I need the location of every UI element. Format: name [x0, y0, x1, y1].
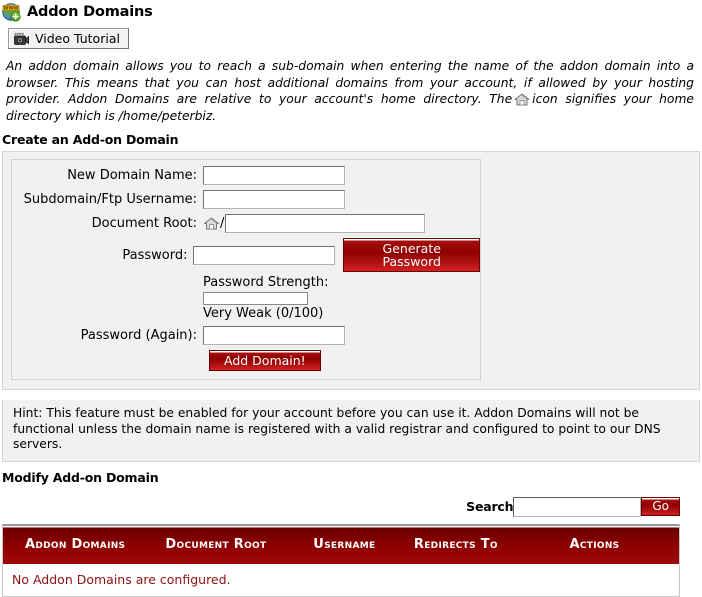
column-header-username[interactable]: Username [286, 525, 402, 564]
table-row-empty: No Addon Domains are configured. [3, 563, 679, 596]
modify-section-title: Modify Add-on Domain [2, 469, 159, 485]
new-domain-input[interactable] [203, 166, 345, 186]
add-domain-button[interactable]: Add Domain! [209, 350, 321, 372]
search-row: Search Go [0, 489, 702, 517]
password-again-label: Password (Again): [80, 328, 197, 344]
table-header-row: Addon Domains Document Root Username Red… [3, 525, 679, 564]
field-row-document-root: Document Root: / [12, 214, 480, 234]
new-domain-label: New Domain Name: [67, 168, 197, 184]
tutorial-bar: Video Tutorial [0, 23, 702, 49]
video-tutorial-label: Video Tutorial [35, 31, 120, 46]
document-root-cell: / [203, 214, 426, 234]
column-header-redirects-to[interactable]: Redirects To [401, 525, 510, 564]
search-input[interactable] [513, 496, 642, 517]
globe-www-add-icon: WWW [2, 2, 21, 22]
document-root-label: Document Root: [91, 216, 197, 232]
home-directory-icon [203, 216, 220, 231]
create-section-title: Create an Add-on Domain [2, 132, 179, 148]
hint-text: Hint: This feature must be enabled for y… [13, 406, 661, 452]
home-directory-icon [514, 92, 530, 107]
svg-text:WWW: WWW [3, 5, 18, 11]
field-row-subdomain: Subdomain/Ftp Username: [12, 190, 480, 210]
create-form-panel: New Domain Name: Subdomain/Ftp Username:… [2, 151, 700, 391]
subdomain-ftp-username-input[interactable] [203, 190, 345, 210]
password-strength-bar [203, 292, 308, 306]
intro-paragraph: An addon domain allows you to reach a su… [0, 49, 702, 124]
password-input[interactable] [193, 245, 336, 265]
column-header-document-root[interactable]: Document Root [144, 525, 287, 564]
search-go-button[interactable]: Go [641, 497, 680, 517]
page-title: Addon Domains [27, 4, 153, 20]
column-header-addon-domains[interactable]: Addon Domains [3, 525, 145, 564]
table-body: No Addon Domains are configured. [3, 563, 679, 596]
add-domain-row: Add Domain! [12, 350, 480, 372]
create-form-inner: New Domain Name: Subdomain/Ftp Username:… [11, 159, 481, 381]
field-row-password: Password: Generate Password [12, 238, 480, 273]
field-row-password-again: Password (Again): [12, 326, 480, 346]
search-label: Search [466, 499, 514, 515]
empty-message: No Addon Domains are configured. [3, 563, 679, 596]
field-row-new-domain: New Domain Name: [12, 166, 480, 186]
password-again-input[interactable] [203, 326, 345, 346]
column-header-actions: Actions [509, 525, 679, 564]
video-camera-icon [13, 32, 30, 46]
hint-panel: Hint: This feature must be enabled for y… [2, 400, 700, 462]
password-label: Password: [122, 247, 188, 263]
generate-password-button[interactable]: Generate Password [343, 238, 480, 273]
subdomain-ftp-username-label: Subdomain/Ftp Username: [23, 192, 197, 208]
video-tutorial-button[interactable]: Video Tutorial [8, 28, 129, 49]
password-strength-text: Very Weak (0/100) [203, 306, 324, 322]
page-header: WWW Addon Domains [0, 0, 702, 23]
password-strength-label: Password Strength: [203, 275, 329, 291]
password-strength-block: Password Strength: Very Weak (0/100) [12, 275, 480, 322]
document-root-input[interactable] [225, 214, 426, 234]
addon-domains-table: Addon Domains Document Root Username Red… [2, 523, 680, 597]
